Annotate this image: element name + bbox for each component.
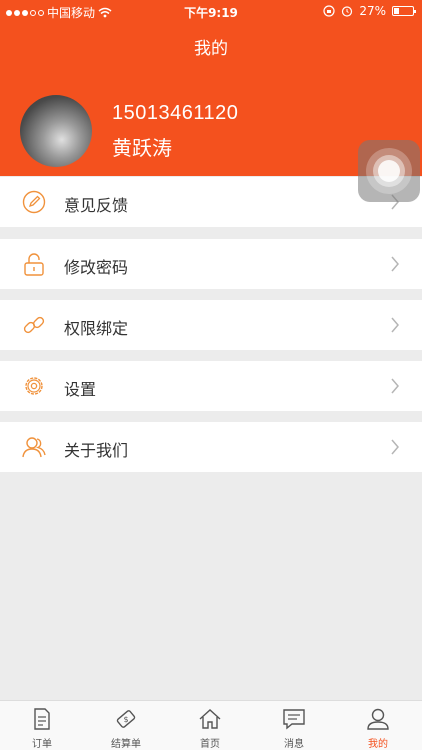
users-icon bbox=[22, 437, 46, 458]
tab-label: 首页 bbox=[200, 739, 220, 750]
battery-icon bbox=[392, 6, 416, 16]
tab-label: 订单 bbox=[32, 739, 52, 750]
page-title: 我的 bbox=[194, 39, 228, 59]
menu-label: 修改密码 bbox=[64, 258, 129, 277]
tab-home[interactable]: 首页 bbox=[168, 701, 252, 750]
menu-item-permission-binding[interactable]: 权限绑定 bbox=[0, 300, 422, 350]
menu-item-settings[interactable]: 设置 bbox=[0, 361, 422, 411]
ticket-icon: $ bbox=[116, 710, 136, 728]
tab-messages[interactable]: 消息 bbox=[252, 701, 336, 750]
tab-label: 我的 bbox=[368, 739, 388, 750]
document-icon bbox=[34, 708, 50, 730]
rotation-lock-icon bbox=[323, 5, 335, 17]
chevron-right-icon bbox=[391, 256, 399, 272]
menu-item-change-password[interactable]: 修改密码 bbox=[0, 239, 422, 289]
lock-icon bbox=[24, 253, 44, 276]
user-name: 黄跃涛 bbox=[112, 136, 172, 160]
tab-orders[interactable]: 订单 bbox=[0, 701, 84, 750]
gear-icon bbox=[25, 377, 43, 395]
message-icon bbox=[283, 709, 305, 730]
edit-pencil-icon bbox=[22, 190, 46, 214]
user-phone: 15013461120 bbox=[112, 102, 239, 124]
tab-label: 消息 bbox=[284, 739, 304, 750]
alarm-icon bbox=[342, 6, 353, 17]
tab-bar: 订单 $ 结算单 首页 消息 我的 bbox=[0, 700, 422, 750]
tab-settlement[interactable]: $ 结算单 bbox=[84, 701, 168, 750]
chevron-right-icon bbox=[391, 317, 399, 333]
svg-text:$: $ bbox=[123, 715, 128, 724]
battery-percent: 27% bbox=[359, 4, 386, 18]
chevron-right-icon bbox=[391, 439, 399, 455]
link-icon bbox=[23, 316, 45, 334]
tab-mine[interactable]: 我的 bbox=[336, 701, 420, 750]
status-right: 27% bbox=[323, 4, 416, 18]
menu-label: 设置 bbox=[64, 380, 97, 399]
menu-item-about-us[interactable]: 关于我们 bbox=[0, 422, 422, 472]
menu-label: 权限绑定 bbox=[64, 319, 129, 338]
home-icon bbox=[199, 709, 221, 729]
assistive-touch-button[interactable] bbox=[358, 140, 420, 202]
person-icon bbox=[367, 708, 389, 730]
menu-label: 意见反馈 bbox=[64, 196, 129, 215]
menu-label: 关于我们 bbox=[64, 441, 129, 460]
avatar[interactable] bbox=[20, 95, 92, 167]
status-bar: 中国移动 下午9:19 27% bbox=[0, 0, 422, 22]
chevron-right-icon bbox=[391, 378, 399, 394]
tab-label: 结算单 bbox=[111, 739, 141, 750]
